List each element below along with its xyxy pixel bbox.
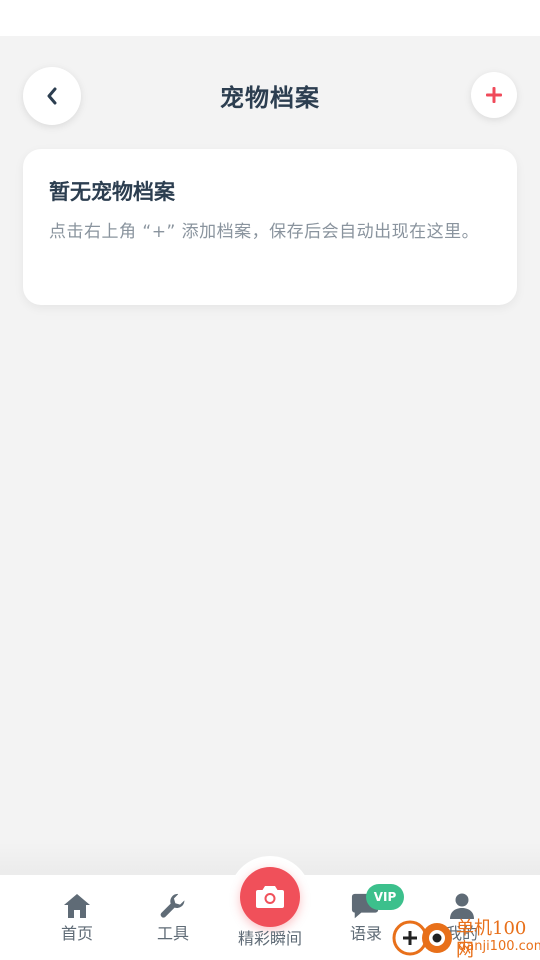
- tab-tools[interactable]: 工具: [123, 875, 223, 960]
- plus-icon: [486, 87, 502, 103]
- add-pet-button[interactable]: [471, 72, 517, 118]
- tab-home-label: 首页: [60, 924, 93, 943]
- watermark-domain: danji100.com: [458, 939, 540, 954]
- chevron-left-icon: [47, 87, 57, 105]
- tab-moments-label: 精彩瞬间: [237, 929, 302, 948]
- home-icon: [62, 891, 92, 921]
- page-title: 宠物档案: [220, 84, 320, 112]
- back-button[interactable]: [23, 67, 81, 125]
- empty-state-title: 暂无宠物档案: [49, 180, 175, 204]
- tab-home[interactable]: 首页: [27, 875, 127, 960]
- status-bar: [0, 0, 540, 36]
- tab-moments-camera-button[interactable]: [240, 867, 300, 927]
- vip-badge: VIP: [366, 884, 404, 910]
- empty-state-card: 暂无宠物档案 点击右上角 “+” 添加档案，保存后会自动出现在这里。: [23, 149, 517, 305]
- tab-tools-label: 工具: [156, 924, 189, 943]
- header: 宠物档案: [0, 36, 540, 146]
- watermark-logo-icon: [392, 920, 452, 956]
- tab-quotes-label: 语录: [349, 924, 382, 943]
- wrench-icon: [158, 891, 188, 921]
- empty-state-description: 点击右上角 “+” 添加档案，保存后会自动出现在这里。: [49, 222, 480, 242]
- camera-icon: [256, 886, 284, 908]
- watermark: 单机100网 danji100.com: [390, 915, 540, 960]
